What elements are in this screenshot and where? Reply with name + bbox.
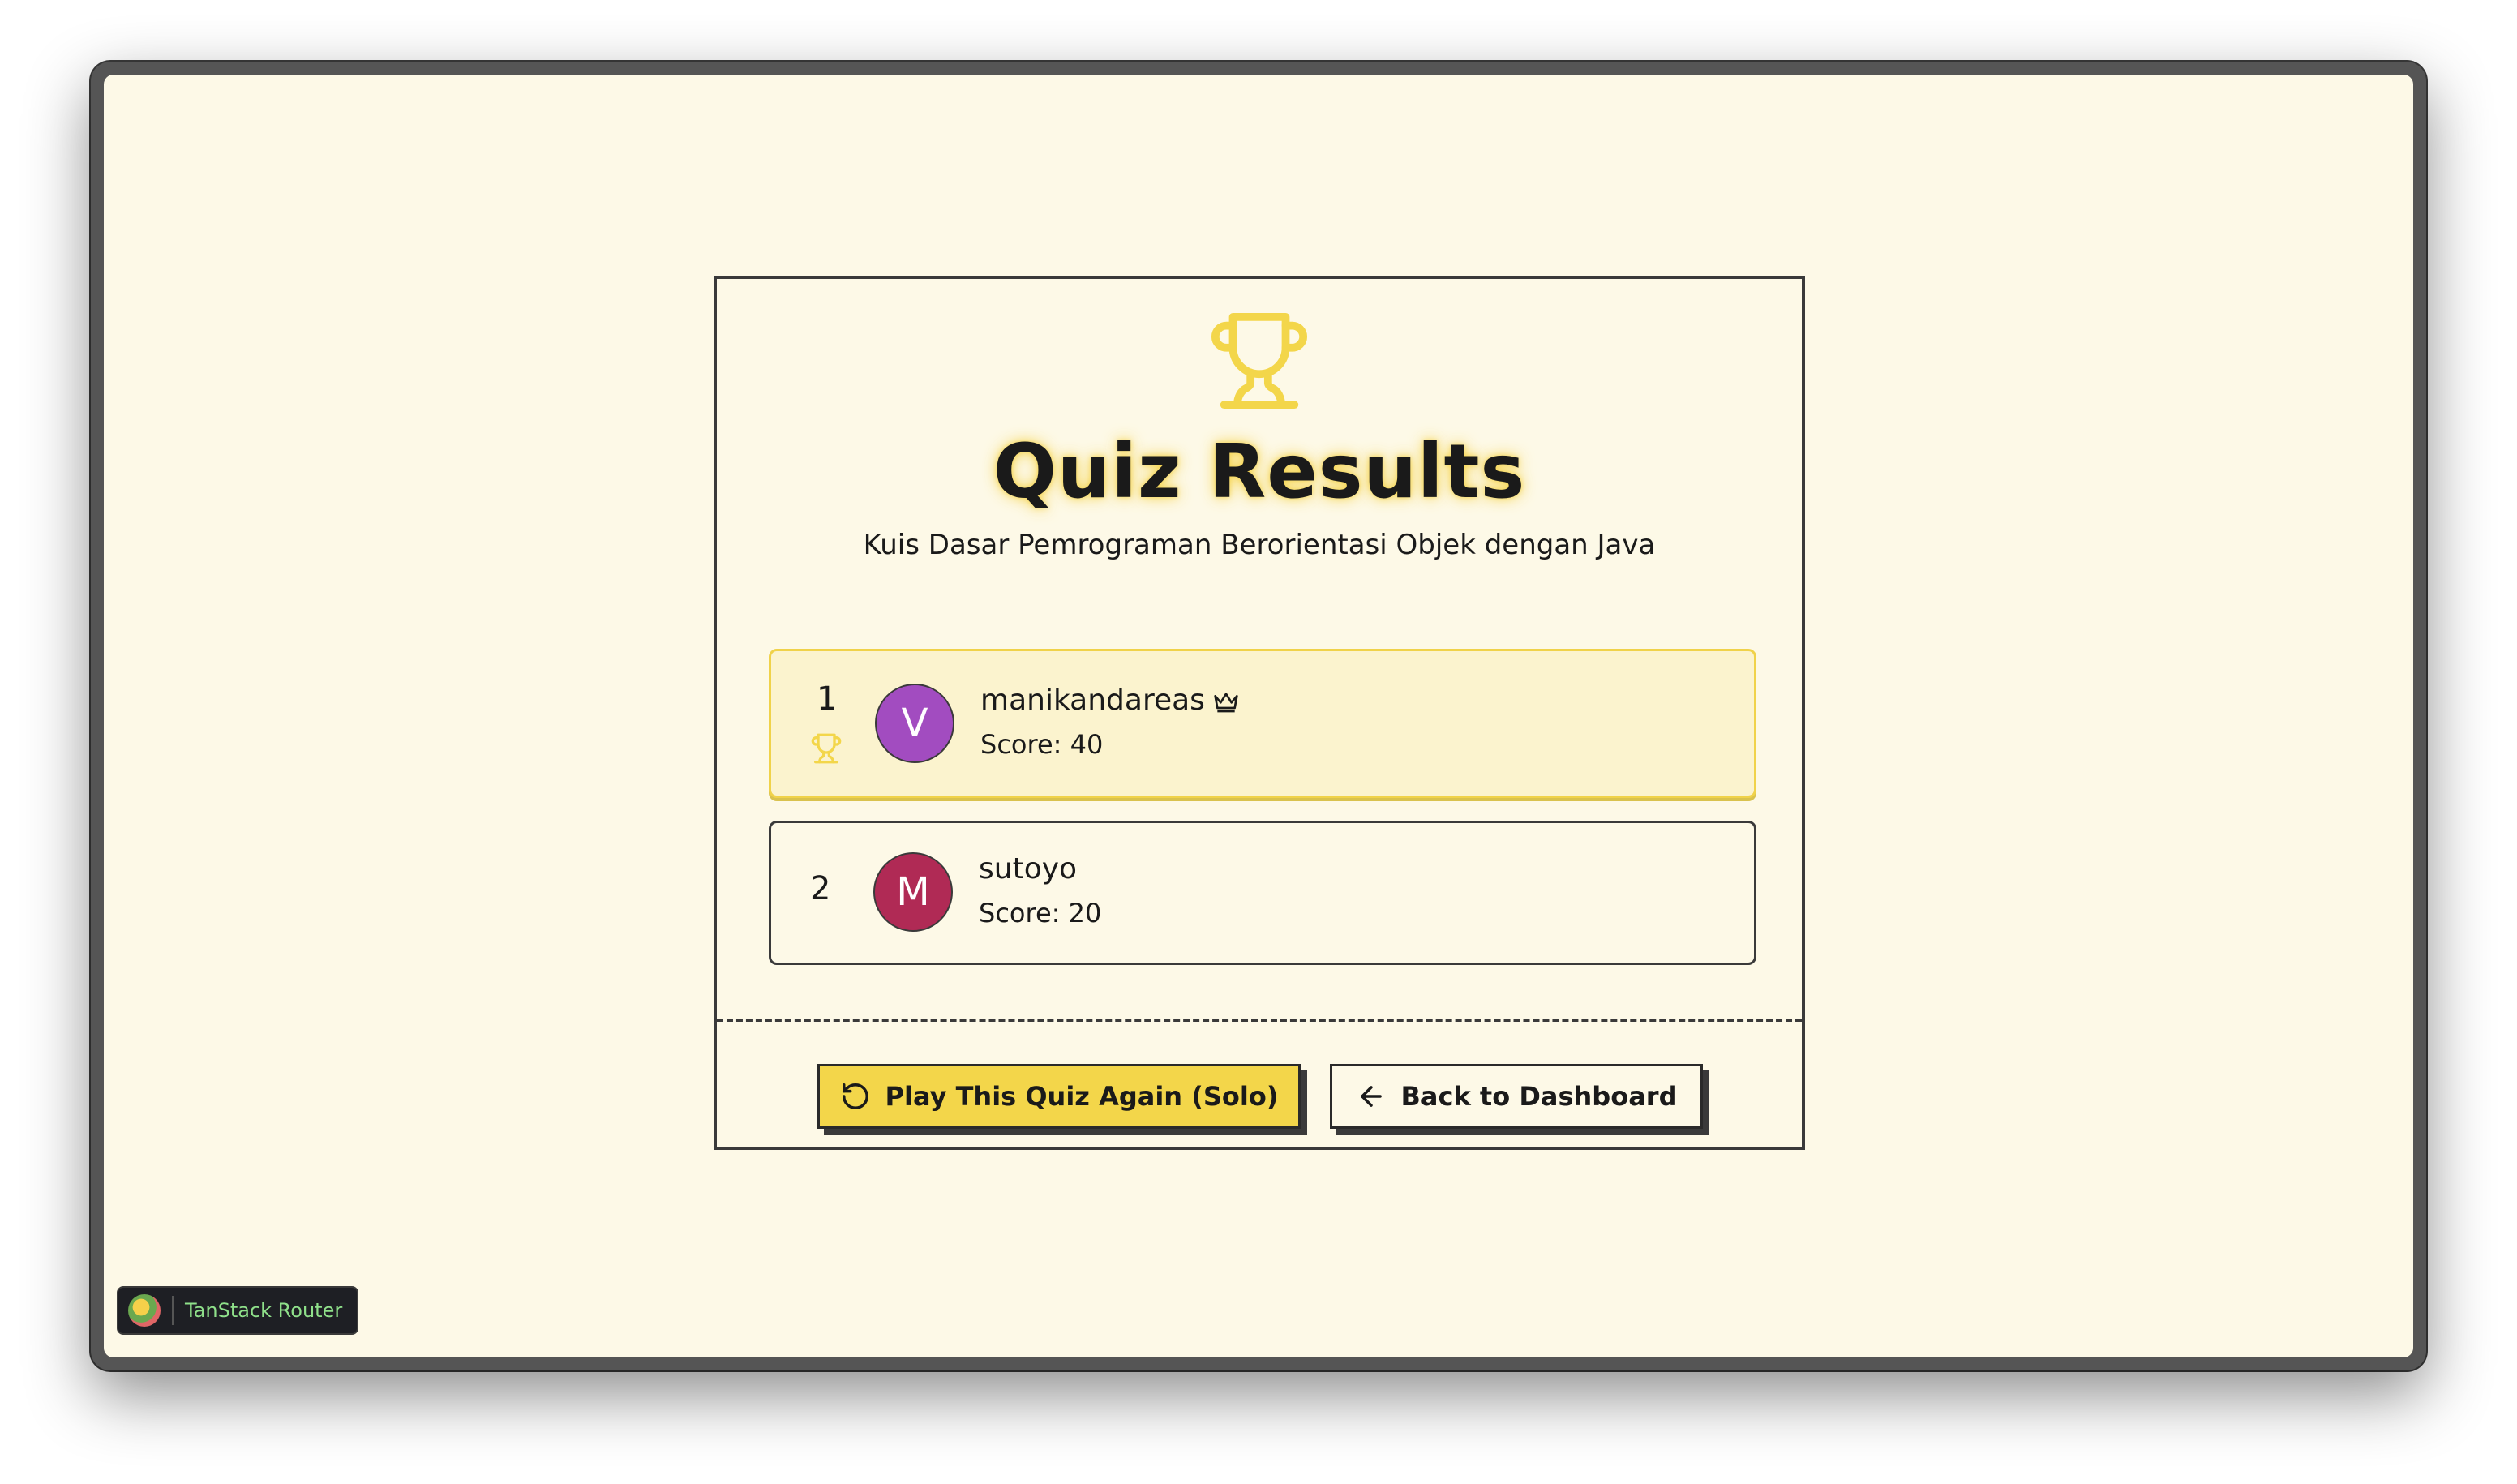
player-name-text: manikandareas — [980, 684, 1205, 717]
results-card: Quiz Results Kuis Dasar Pemrograman Bero… — [714, 276, 1805, 1150]
back-label: Back to Dashboard — [1400, 1081, 1678, 1112]
app-viewport: Quiz Results Kuis Dasar Pemrograman Bero… — [104, 75, 2413, 1357]
play-again-label: Play This Quiz Again (Solo) — [885, 1081, 1279, 1112]
back-to-dashboard-button[interactable]: Back to Dashboard — [1330, 1064, 1703, 1129]
player-name: manikandareas — [980, 684, 1239, 717]
player-score: Score: 40 — [980, 729, 1104, 760]
crown-icon — [1214, 693, 1238, 713]
player-name: sutoyo — [979, 852, 1078, 886]
trophy-icon — [811, 733, 842, 764]
leaderboard-row: 1 V manikandareas Score: 40 — [769, 649, 1756, 798]
player-score: Score: 20 — [979, 898, 1102, 929]
avatar: V — [875, 684, 954, 763]
divider — [717, 1019, 1802, 1022]
tanstack-router-devtools-button[interactable]: TanStack Router — [117, 1286, 358, 1335]
browser-window: Quiz Results Kuis Dasar Pemrograman Bero… — [91, 62, 2426, 1370]
rotate-ccw-icon — [842, 1083, 868, 1109]
rank-number: 1 — [817, 680, 838, 718]
rank-number: 2 — [810, 870, 831, 907]
trophy-icon — [1211, 312, 1308, 410]
separator — [172, 1296, 174, 1325]
arrow-left-icon — [1360, 1086, 1382, 1107]
quiz-name: Kuis Dasar Pemrograman Berorientasi Obje… — [863, 529, 1656, 561]
page-title: Quiz Results — [993, 428, 1526, 515]
avatar: M — [873, 852, 953, 932]
leaderboard-row: 2 M sutoyo Score: 20 — [769, 821, 1756, 965]
tanstack-logo-icon — [128, 1294, 161, 1327]
play-again-button[interactable]: Play This Quiz Again (Solo) — [817, 1064, 1301, 1129]
devtools-label: TanStack Router — [185, 1299, 343, 1322]
